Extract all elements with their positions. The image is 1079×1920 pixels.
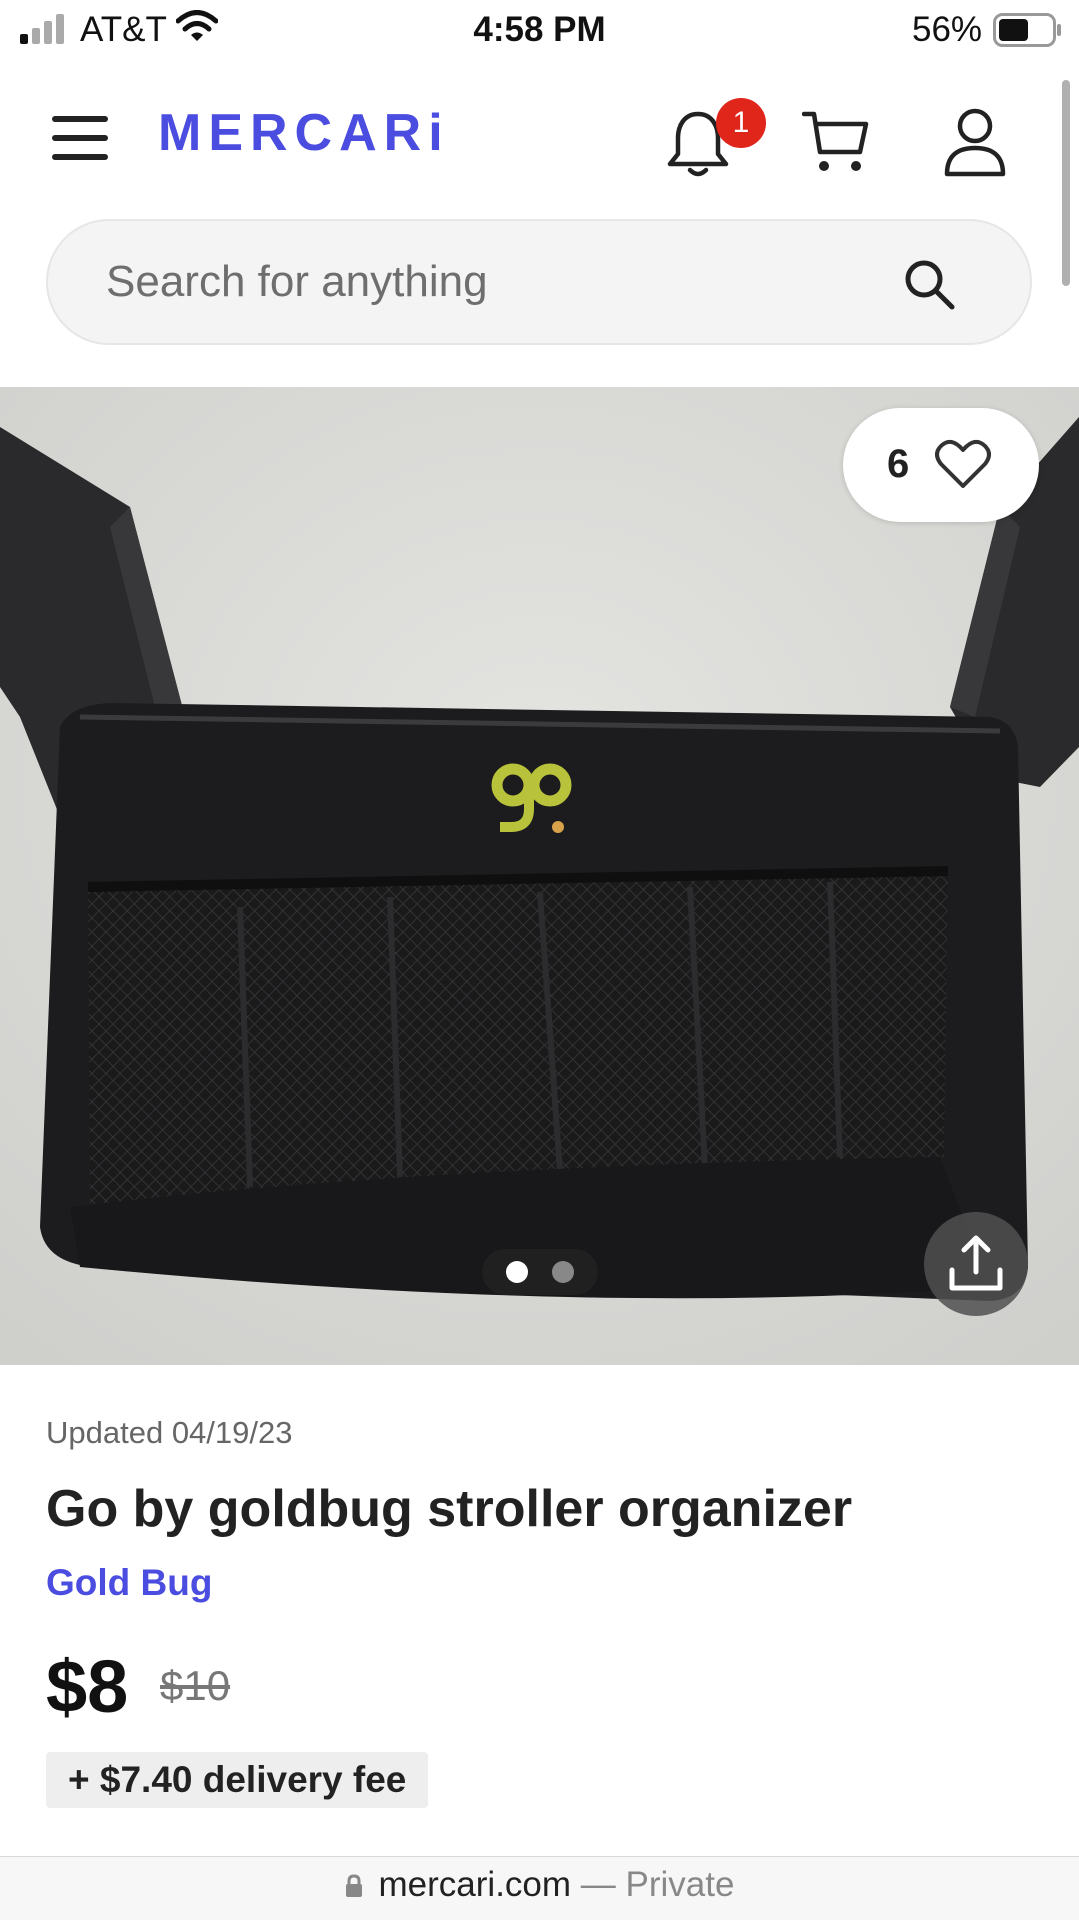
- scrollbar[interactable]: [1062, 80, 1070, 286]
- menu-icon[interactable]: [52, 116, 108, 160]
- browser-url-bar[interactable]: mercari.com — Private: [0, 1856, 1079, 1920]
- like-count: 6: [887, 442, 910, 486]
- product-title: Go by goldbug stroller organizer: [46, 1480, 853, 1538]
- original-price: $10: [160, 1662, 231, 1709]
- heart-icon: [935, 439, 991, 488]
- search-input[interactable]: [106, 251, 866, 313]
- stroller-organizer-photo: [0, 387, 1079, 1365]
- updated-date: Updated 04/19/23: [46, 1415, 293, 1450]
- carousel-indicator: [482, 1249, 598, 1295]
- delivery-fee-badge: + $7.40 delivery fee: [46, 1752, 429, 1808]
- url-display: mercari.com — Private: [345, 1865, 735, 1905]
- lock-icon: [345, 1874, 362, 1897]
- url-separator: —: [580, 1865, 616, 1904]
- cart-icon[interactable]: [802, 110, 870, 176]
- brand-link[interactable]: Gold Bug: [46, 1562, 212, 1604]
- carousel-dot[interactable]: [552, 1261, 574, 1283]
- app-header: MERCARi 1: [0, 90, 1079, 190]
- price: $8: [46, 1645, 129, 1728]
- url-domain: mercari.com: [378, 1865, 572, 1904]
- battery-percent: 56%: [912, 10, 983, 49]
- notification-badge: 1: [716, 98, 766, 148]
- mercari-logo[interactable]: MERCARi: [158, 102, 450, 164]
- product-image[interactable]: [0, 387, 1079, 1365]
- search-bar[interactable]: [46, 219, 1032, 345]
- battery-icon: [993, 13, 1061, 47]
- user-icon[interactable]: [944, 108, 1006, 178]
- like-button[interactable]: 6: [843, 408, 1039, 522]
- search-icon[interactable]: [902, 257, 956, 311]
- carousel-dot-active[interactable]: [506, 1261, 528, 1283]
- browsing-mode: Private: [625, 1865, 735, 1904]
- share-icon: [949, 1235, 1003, 1291]
- status-bar: AT&T 4:58 PM 56%: [0, 0, 1079, 62]
- share-button[interactable]: [924, 1212, 1028, 1316]
